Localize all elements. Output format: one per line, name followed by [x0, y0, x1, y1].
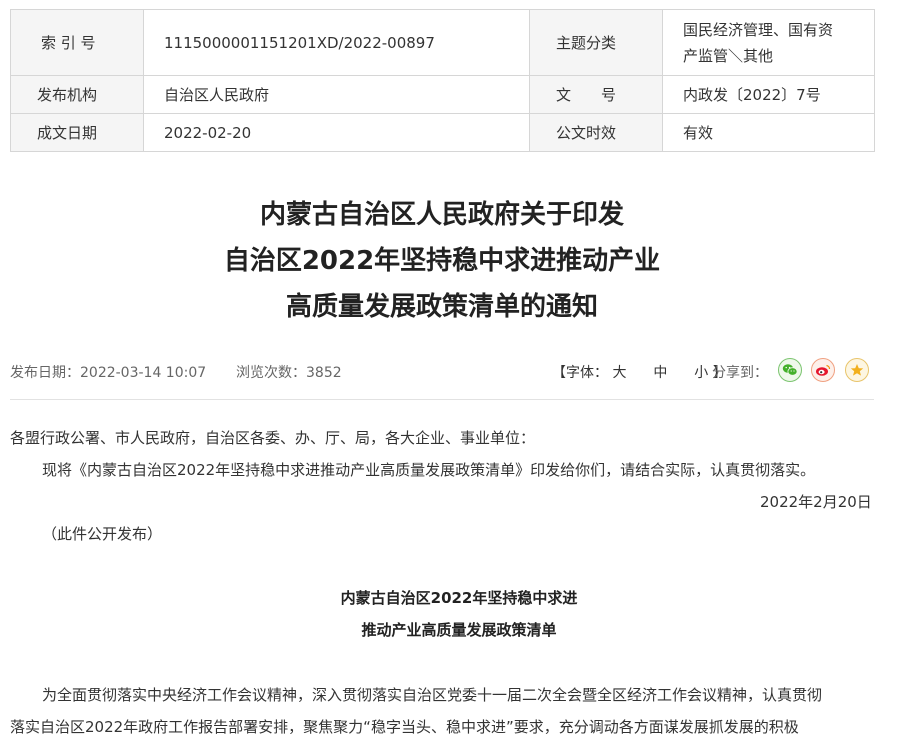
docno-value: 内政发〔2022〕7号	[662, 75, 875, 114]
meta-row: 发布机构 自治区人民政府 文 号 内政发〔2022〕7号	[10, 75, 875, 114]
list-subtitle-line-1: 内蒙古自治区2022年坚持稳中求进	[340, 589, 578, 607]
salutation: 各盟行政公署、市人民政府，自治区各委、办、厅、局，各大企业、事业单位：	[10, 429, 536, 447]
font-small-button[interactable]: 小	[694, 365, 708, 381]
publisher-label: 发布机构	[10, 75, 144, 114]
publisher-value: 自治区人民政府	[143, 75, 530, 114]
list-subtitle-line-2: 推动产业高质量发展政策清单	[361, 621, 557, 639]
title-line-2: 自治区2022年坚持稳中求进推动产业	[223, 246, 661, 276]
date-value: 2022-02-20	[143, 113, 530, 152]
topic-label: 主题分类	[529, 9, 663, 76]
topic-value-line1: 国民经济管理、国有资	[683, 20, 834, 39]
font-large-button[interactable]: 大	[612, 365, 626, 381]
share-label: 分享到：	[712, 365, 768, 381]
validity-label: 公文时效	[529, 113, 663, 152]
weibo-share-button[interactable]	[811, 358, 835, 382]
weibo-icon	[816, 364, 831, 376]
meta-row: 成文日期 2022-02-20 公文时效 有效	[10, 113, 875, 152]
star-icon	[850, 364, 864, 376]
meta-row: 索 引 号 11150000011512​01XD/2022-00897 主题分…	[10, 9, 875, 76]
document-title: 内蒙古自治区人民政府关于印发 自治区2022年坚持稳中求进推动产业 高质量发展政…	[0, 192, 884, 330]
index-label: 索 引 号	[10, 9, 144, 76]
docno-label: 文 号	[529, 75, 663, 114]
wechat-share-button[interactable]	[778, 358, 802, 382]
favorite-button[interactable]	[845, 358, 869, 382]
view-count: 浏览次数：3852	[236, 365, 342, 381]
validity-value: 有效	[662, 113, 875, 152]
body-paragraph-2-line-1: 为全面贯彻落实中央经济工作会议精神，深入贯彻落实自治区党委十一届二次全会暨全区经…	[42, 686, 823, 704]
publication-note: （此件公开发布）	[42, 525, 163, 543]
title-line-3: 高质量发展政策清单的通知	[285, 292, 598, 322]
topic-value-line2: 产监管＼其他	[683, 46, 774, 65]
topic-value: 国民经济管理、国有资 产监管＼其他	[662, 9, 875, 76]
font-size-control: 【字体： 大 中 小 】	[552, 362, 727, 382]
publish-date: 发布日期：2022-03-14 10:07	[10, 365, 207, 381]
date-label: 成文日期	[10, 113, 144, 152]
body-paragraph-2-line-2: 落实自治区2022年政府工作报告部署安排，聚焦聚力“稳字当头、稳中求进”要求，充…	[10, 718, 799, 736]
divider	[10, 399, 874, 400]
info-bar: 发布日期：2022-03-14 10:07 浏览次数：3852 【字体： 大 中…	[10, 358, 874, 386]
document-meta-table: 索 引 号 11150000011512​01XD/2022-00897 主题分…	[10, 9, 875, 152]
body-paragraph-1: 现将《内蒙古自治区2022年坚持稳中求进推动产业高质量发展政策清单》印发给你们，…	[42, 461, 816, 479]
wechat-icon	[782, 364, 798, 376]
title-line-1: 内蒙古自治区人民政府关于印发	[259, 200, 624, 230]
index-value: 11150000011512​01XD/2022-00897	[143, 9, 530, 76]
sign-date: 2022年2月20日	[760, 493, 872, 511]
font-medium-button[interactable]: 中	[653, 365, 667, 381]
font-control-prefix: 【字体：	[552, 365, 608, 381]
